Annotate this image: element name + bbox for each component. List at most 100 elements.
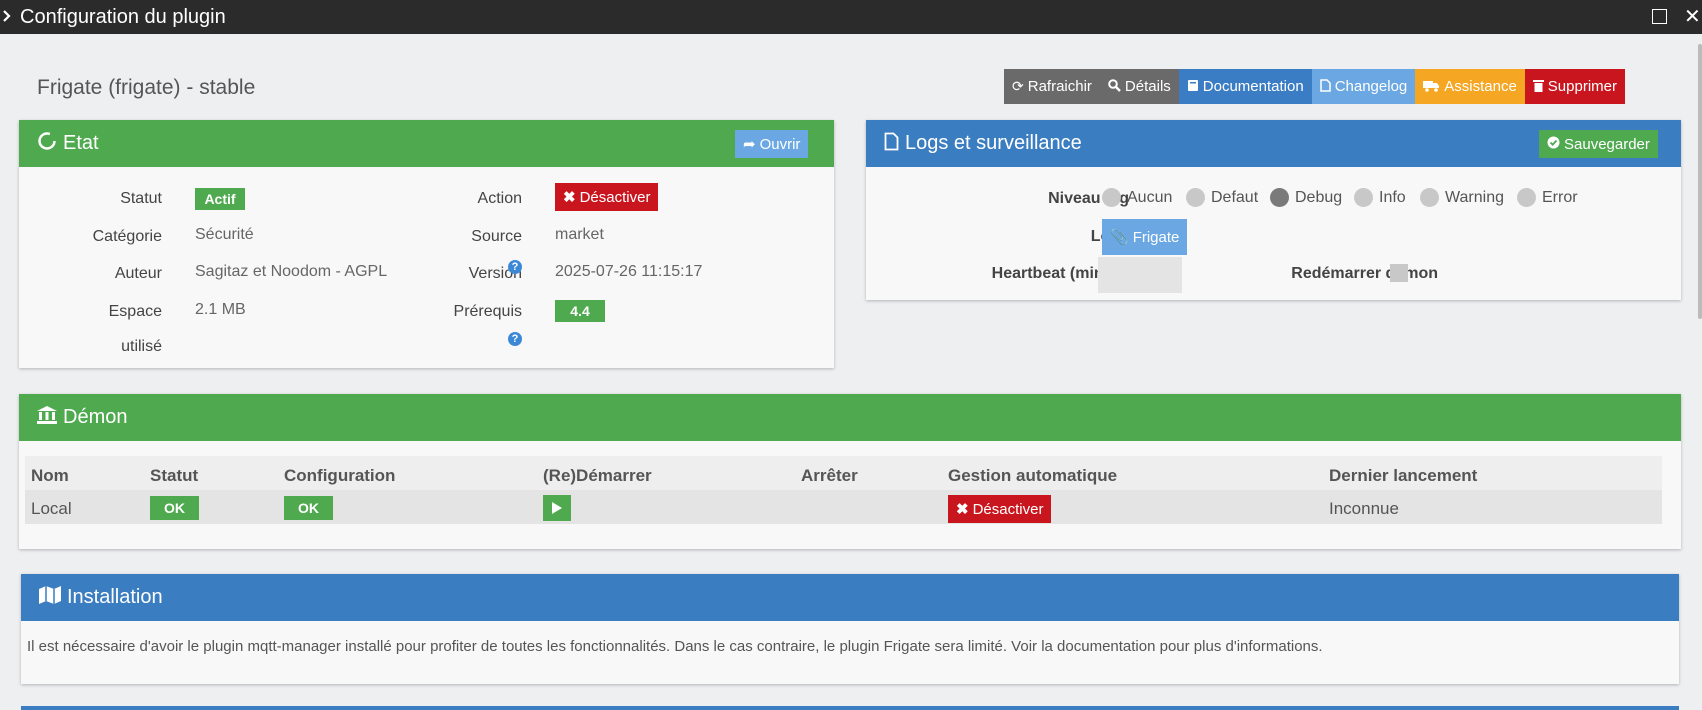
categorie-label: Catégorie [92,228,162,245]
plugin-toolbar: ⟳ Rafraichir Détails Documentation Chang… [1004,69,1625,104]
etat-title: Etat [63,132,99,154]
version-value: 2025-07-26 11:15:17 [555,263,703,280]
chevron-right-icon[interactable] [2,9,18,25]
row-dernier: Inconnue [1329,499,1399,518]
logs-frigate-button[interactable]: 📎 Frigate [1102,219,1188,255]
col-redemarrer: (Re)Démarrer [543,466,652,485]
source-value: market [555,226,604,243]
next-panel-edge [21,706,1679,710]
prerequis-help-icon[interactable]: ? [508,332,522,346]
radio-dot [1102,188,1121,207]
times-icon: ✖ [563,189,576,206]
etat-panel: Etat ➦ Ouvrir Statut Actif Catégorie Séc… [19,120,834,368]
installation-header: Installation [21,574,1679,621]
save-button[interactable]: Sauvegarder [1539,130,1658,158]
logs-title: Logs et surveillance [905,132,1082,154]
categorie-value: Sécurité [195,226,254,243]
level-defaut[interactable]: Defaut [1186,188,1258,207]
map-icon [39,586,61,609]
level-warning[interactable]: Warning [1420,188,1504,207]
installation-panel: Installation Il est nécessaire d'avoir l… [21,574,1679,684]
details-button[interactable]: Détails [1099,69,1179,104]
row-config-badge: OK [284,496,333,520]
niveau-log-label: Niveau log [1048,190,1129,207]
col-arreter: Arrêter [801,466,858,485]
level-debug[interactable]: Debug [1270,188,1342,207]
window-title: Configuration du plugin [20,5,226,28]
book-icon [1187,79,1199,95]
scrollbar[interactable] [1698,44,1702,319]
logs-panel: Logs et surveillance Sauvegarder Niveau … [866,120,1681,300]
open-label: Ouvrir [759,135,801,153]
refresh-icon: ⟳ [1012,78,1024,94]
paperclip-icon: 📎 [1110,229,1129,246]
truck-icon [1423,79,1440,95]
source-label: Source [471,228,522,245]
etat-header: Etat ➦ Ouvrir [19,120,834,167]
level-label: Error [1542,188,1578,206]
assistance-label: Assistance [1444,78,1517,95]
demon-panel: Démon Nom Statut Configuration (Re)Démar… [19,394,1681,549]
file-icon [1319,78,1331,95]
open-button[interactable]: ➦ Ouvrir [735,130,809,158]
times-icon: ✖ [956,501,969,518]
level-aucun[interactable]: Aucun [1102,188,1172,207]
radio-dot [1517,188,1536,207]
play-icon [552,502,562,514]
start-demon-button[interactable] [543,495,571,521]
desactiver-label: Désactiver [579,188,651,206]
version-label: Version [468,265,522,282]
search-icon [1108,78,1121,95]
heartbeat-input[interactable] [1098,257,1182,293]
row-statut-badge: OK [150,496,199,520]
details-label: Détails [1124,78,1171,95]
page-title: Frigate (frigate) - stable [37,76,256,99]
demon-title: Démon [63,406,128,428]
save-label: Sauvegarder [1564,135,1650,153]
col-statut: Statut [150,466,199,485]
level-label: Aucun [1127,188,1173,206]
close-icon[interactable]: ✕ [1684,4,1701,29]
logs-frigate-label: Frigate [1132,228,1180,246]
maximize-icon[interactable] [1652,9,1667,24]
col-nom: Nom [31,466,69,485]
assistance-button[interactable]: Assistance [1415,69,1525,104]
col-configuration: Configuration [284,466,396,485]
col-gestion: Gestion automatique [948,466,1118,485]
level-label: Warning [1445,188,1504,206]
restart-demon-checkbox[interactable] [1390,264,1408,282]
changelog-button[interactable]: Changelog [1311,69,1416,104]
level-label: Debug [1295,188,1343,206]
gestion-desactiver-label: Désactiver [972,500,1044,518]
espace-value: 2.1 MB [195,301,246,318]
level-error[interactable]: Error [1517,188,1578,207]
window-titlebar: Configuration du plugin ✕ [0,0,1702,34]
refresh-button[interactable]: ⟳ Rafraichir [1004,69,1100,104]
prerequis-label: Prérequis [453,303,522,320]
file-icon [884,132,899,156]
espace-label-2: utilisé [121,338,162,355]
heartbeat-label: Heartbeat (min) [991,265,1109,282]
radio-dot-selected [1270,188,1289,207]
documentation-button[interactable]: Documentation [1178,69,1312,104]
desactiver-button[interactable]: ✖ Désactiver [555,183,659,211]
delete-button[interactable]: Supprimer [1524,69,1625,104]
espace-label: Espace [108,303,162,320]
statut-badge: Actif [195,188,245,210]
level-info[interactable]: Info [1354,188,1406,207]
trash-icon [1532,79,1544,95]
table-row-stripe [25,490,1662,524]
check-circle-icon [1547,136,1560,153]
statut-label: Statut [120,190,162,207]
action-label: Action [477,190,522,207]
installation-title: Installation [67,586,163,608]
bank-icon [37,406,57,429]
radio-dot [1186,188,1205,207]
installation-text: Il est nécessaire d'avoir le plugin mqtt… [27,638,1323,655]
version-help-icon[interactable]: ? [508,260,522,274]
auteur-label: Auteur [114,265,162,282]
auteur-value: Sagitaz et Noodom - AGPL [195,263,388,280]
share-icon: ➦ [743,136,756,153]
gestion-desactiver-button[interactable]: ✖ Désactiver [948,495,1052,523]
level-label: Info [1379,188,1406,206]
